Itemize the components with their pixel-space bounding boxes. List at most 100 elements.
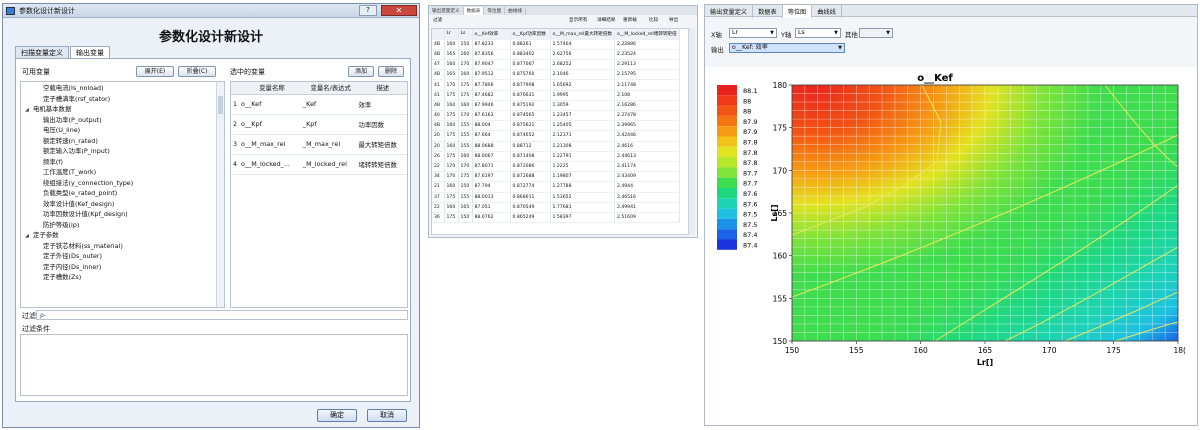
tab-curve[interactable]: 曲线线: [505, 7, 526, 15]
table-row[interactable]: 4B 165 160 87.9512 0.875760 2.1046 2.15795: [432, 69, 680, 81]
col-description[interactable]: 描述: [358, 82, 407, 95]
detail-results-button[interactable]: 详细结果: [597, 17, 615, 23]
filter-toolbar-button[interactable]: 过滤: [433, 17, 442, 23]
table-cell: 4B: [432, 100, 445, 112]
table-row[interactable]: 34 170 175 87.6197 0.872688 1.19807 2.43409: [432, 171, 680, 183]
tree-item[interactable]: 额定输入功率(P_input): [21, 146, 224, 157]
tree-item-label: 定子内径(Ds_inner): [43, 262, 102, 271]
tree-item[interactable]: 定子外径(Ds_outer): [21, 251, 224, 262]
reload-button[interactable]: 重新载: [623, 17, 637, 23]
col-m-max-rel[interactable]: o__M_max_rel最大转矩倍数: [550, 29, 615, 40]
table-row[interactable]: 4B 160 150 87.8233 0.88261 2.57464 2.22886: [432, 39, 680, 50]
table-row[interactable]: 37 175 155 88.0013 0.868611 1.53652 2.46516: [432, 192, 680, 203]
table-cell: 160: [458, 100, 473, 112]
tree-item[interactable]: 空载电流(Is_noload): [21, 83, 224, 94]
tree-item[interactable]: 功率因数设计值(Kpf_design): [21, 209, 224, 220]
cancel-button[interactable]: 取消: [367, 409, 407, 422]
table-row[interactable]: 21 160 150 87.794 0.872774 1.27788 2.4944: [432, 181, 680, 193]
table-row[interactable]: 20 175 155 87.664 0.874652 2.12371 2.42446: [432, 130, 680, 142]
delete-button[interactable]: 删除: [378, 66, 404, 77]
filter-input[interactable]: ρ-: [36, 310, 408, 320]
tree-item[interactable]: 定子槽数(Zs): [21, 272, 224, 283]
tab-output-definition[interactable]: 输出变量定义: [429, 7, 464, 15]
col-kef[interactable]: o__Kef效率: [472, 29, 511, 40]
col-kpf[interactable]: o__Kpf功率因数: [510, 29, 551, 40]
table-cell: 175: [458, 79, 473, 91]
table-row[interactable]: 41 175 175 87.4682 0.876631 1.9995 2.108: [432, 90, 680, 101]
tree-item[interactable]: 频率(f): [21, 157, 224, 168]
tree-item[interactable]: 定子槽满率(rsf_stator): [21, 94, 224, 105]
tab-data-table-r[interactable]: 数据表: [753, 5, 783, 18]
tab-curve-r[interactable]: 曲线线: [812, 5, 842, 18]
other-select[interactable]: ▼: [859, 28, 893, 38]
table-row[interactable]: 26 175 160 88.0067 0.871408 1.22791 2.44613: [432, 151, 680, 162]
ok-button[interactable]: 确定: [317, 409, 357, 422]
tree-item[interactable]: 定子内径(Ds_inner): [21, 262, 224, 273]
table-row[interactable]: 4B 160 160 87.9946 0.875192 1.3059 2.16286: [432, 100, 680, 112]
tree-item[interactable]: ◢ 定子参数: [21, 230, 224, 241]
export-button[interactable]: 导出: [669, 17, 678, 23]
table-row[interactable]: 41 170 175 87.7806 0.877908 1.65692 2.11748: [432, 79, 680, 91]
tree-item[interactable]: 电压(U_line): [21, 125, 224, 136]
table-row[interactable]: 2 o__Kpf _Kpf 功率因数: [231, 114, 407, 135]
colorbar-label: 87.4: [743, 242, 757, 250]
col-variable-name[interactable]: 变量名称: [241, 82, 303, 95]
tree-item[interactable]: 额定转速(n_rated): [21, 136, 224, 147]
table-cell: 175: [444, 151, 459, 162]
col-variable-expr[interactable]: 变量名/表达式: [302, 82, 359, 95]
table-row[interactable]: 1 o__Kef _Kef 效率: [231, 94, 407, 115]
tab-contour-r[interactable]: 等位图: [782, 5, 813, 18]
add-button[interactable]: 添加: [348, 66, 374, 77]
table-row[interactable]: 4B 165 160 87.8356 0.883402 2.62756 2.23524: [432, 49, 680, 61]
compare-button[interactable]: 比较: [649, 17, 658, 23]
table-cell: 2.41174: [614, 161, 680, 173]
expand-caret-icon[interactable]: ◢: [25, 231, 33, 242]
filter-condition-input[interactable]: [20, 334, 408, 396]
table-row[interactable]: 22 170 170 87.8071 0.872086 1.2225 2.41174: [432, 161, 680, 173]
table-cell: 87.6163: [472, 110, 511, 122]
tree-scrollbar[interactable]: [216, 82, 224, 307]
table-row[interactable]: 47 160 170 87.9047 0.877067 2.68252 2.29113: [432, 59, 680, 71]
help-button[interactable]: ?: [359, 5, 377, 16]
expand-caret-icon[interactable]: ◢: [25, 105, 33, 116]
contour-chart[interactable]: o__Kef 88.1888887.987.987.887.887.887.78…: [705, 67, 1197, 425]
table-cell: 22: [432, 202, 445, 213]
table-row[interactable]: 20 160 155 88.0688 0.88712 1.21308 2.4616: [432, 141, 680, 152]
cell-expr: _M_max_rel: [302, 134, 359, 155]
tree-item[interactable]: ◢ 电机基本数据: [21, 104, 224, 115]
tree-item[interactable]: 防护等级(ip): [21, 220, 224, 231]
colorbar-swatch: [717, 95, 737, 106]
tab-output-definition-r[interactable]: 输出变量定义: [705, 5, 754, 18]
tree-item[interactable]: 工作温度(T_work): [21, 167, 224, 178]
show-all-button[interactable]: 显示所有: [569, 17, 587, 23]
table-row[interactable]: 36 175 150 88.0762 0.865249 1.58397 2.51609: [432, 212, 680, 224]
tree-item[interactable]: 定子铁芯材料(ss_material): [21, 241, 224, 252]
tree-item-label: 定子槽数(Zs): [43, 273, 82, 281]
table-row[interactable]: 22 160 165 87.051 0.870549 1.77681 2.49941: [432, 202, 680, 213]
output-select[interactable]: o__Kef: 效率 ▼: [729, 43, 845, 53]
x-tick-label: 165: [978, 346, 993, 355]
table-row[interactable]: 3 o__M_max_rel _M_max_rel 最大转矩倍数: [231, 134, 407, 155]
col-ls[interactable]: Ls: [458, 29, 473, 40]
table-row[interactable]: 4 o__M_locked_... _M_locked_rel 堵转转矩倍数: [231, 154, 407, 175]
y-axis-select[interactable]: Ls ▼: [795, 28, 841, 38]
col-lr[interactable]: Lr: [444, 29, 459, 40]
tree-item[interactable]: 效率设计值(Kef_design): [21, 199, 224, 210]
variable-tree[interactable]: 空载电流(Is_noload) 定子槽满率(rsf_stator) ◢ 电机基本数据输…: [20, 81, 225, 308]
table-cell: 2.1046: [550, 69, 615, 81]
results-scrollbar[interactable]: [689, 28, 695, 235]
tab-data-table[interactable]: 数据表: [463, 7, 485, 15]
tree-item[interactable]: 绕组接法(y_connection_type): [21, 178, 224, 189]
col-m-locked-rel[interactable]: o__M_locked_rel堵转转矩倍: [614, 29, 680, 40]
table-cell: 0.872688: [510, 171, 551, 183]
tree-item[interactable]: 负载类型(e_rated_point): [21, 188, 224, 199]
tab-contour[interactable]: 等位图: [484, 7, 506, 15]
tree-item-label: 定子参数: [33, 231, 59, 239]
table-row[interactable]: 40 175 170 87.6163 0.874565 1.23457 2.27478: [432, 110, 680, 122]
tree-item[interactable]: 输出功率(P_output): [21, 115, 224, 126]
x-axis-select[interactable]: Lr ▼: [729, 28, 777, 38]
table-row[interactable]: 4B 160 155 88.004 0.875621 1.25405 2.39965: [432, 120, 680, 132]
collapse-button[interactable]: 折叠(C): [178, 66, 216, 77]
close-button[interactable]: ✕: [381, 5, 417, 16]
expand-button[interactable]: 展开(E): [136, 66, 174, 77]
